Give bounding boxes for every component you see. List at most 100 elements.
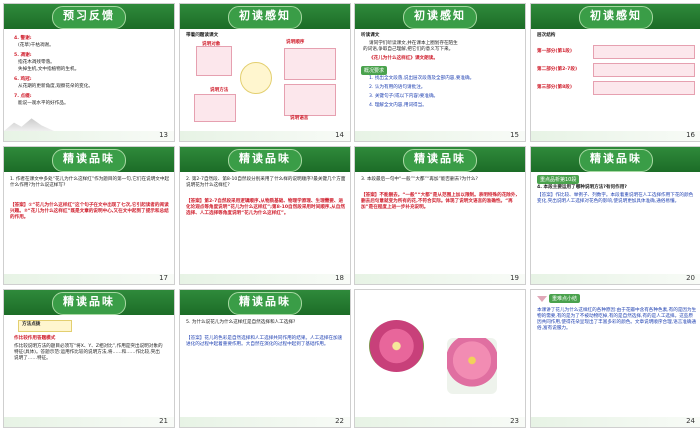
slide-title: 初读感知 — [239, 9, 291, 22]
slide-14[interactable]: 初读感知 带着问题读课文 说明对象 说明顺序 说明方法 说明语言 14 — [179, 3, 351, 142]
slide-number: 22 — [335, 417, 344, 425]
definition: 能说一观水平的好作品。 — [18, 101, 69, 106]
slide-footer — [355, 417, 525, 427]
diagram-box — [196, 46, 232, 76]
definition: 失掉生机,文中指植物的生机。 — [18, 67, 80, 72]
question: 2. 第2-7自然段、第8-10自然段分别采用了什么样的说明顺序?最关键几个方面… — [186, 177, 346, 188]
slide-footer — [4, 131, 174, 141]
requirement: 2. 认为有用的语句请批注。 — [369, 85, 426, 90]
slide-footer — [531, 417, 700, 427]
summary-text: 本课讲了花儿为什么这样红的各种原因:由于花瓣中含有各种色素,有的是因为生物的需要… — [537, 308, 697, 331]
answer: 【答案】第2-7自然段采用逻辑顺序,从物质基础、物理学原理、生理需要、进化论观点… — [186, 199, 345, 216]
question: 1. 作者在课文中多处“花儿为什么这样红”作为题目的第一句,它们在说明文中起什么… — [10, 177, 170, 188]
slide-title: 初读感知 — [590, 9, 642, 22]
slide-number: 13 — [159, 131, 168, 139]
term-2: 5. 凋谢: — [14, 53, 32, 58]
structure-box — [593, 81, 695, 95]
slide-title: 精读品味 — [239, 295, 291, 308]
slide-title: 精读品味 — [590, 152, 642, 165]
slide-title: 精读品味 — [63, 295, 115, 308]
slide-title: 精读品味 — [414, 152, 466, 165]
slide-17[interactable]: 精读品味 1. 作者在课文中多处“花儿为什么这样红”作为题目的第一句,它们在说明… — [3, 146, 175, 285]
slide-15[interactable]: 初读感知 听读课文 请同学们听读课文,并在课本上圈划存在陌生 的词语,争取自己理… — [354, 3, 526, 142]
slide-header: 精读品味 — [355, 147, 525, 172]
focus-badge: 重点品析第10段 — [537, 175, 580, 184]
definition: 从花期的更新角度,观察花朵的变化。 — [18, 84, 93, 89]
question: 3. 本段最后一句中“一般”“大都”“再加”能否删去?为什么? — [361, 177, 478, 182]
requirement: 4. 理解全文内容,用词得当。 — [369, 103, 427, 108]
structure-part: 第三部分(第8段) — [537, 85, 572, 90]
structure-box — [593, 63, 695, 77]
slide-number: 19 — [510, 274, 519, 282]
term-3: 6. 鸡冠: — [14, 77, 32, 82]
term-1: 4. 警谢: — [14, 36, 32, 41]
slide-20[interactable]: 精读品味 重点品析第10段 4. 本段主要运用了哪种说明方法?有何作用? 【答案… — [530, 146, 700, 285]
answer: 【答案】花儿的色彩是自然选择和人工选择共同作用的结果。人工选择在加速进化的过程中… — [186, 336, 343, 347]
slide-number: 21 — [159, 417, 168, 425]
section-heading: 层次结构 — [537, 33, 556, 38]
slide-footer — [180, 131, 350, 141]
tip-heading: 作比较作用答题模式 — [14, 336, 56, 341]
summary-badge: 重难点小结 — [549, 294, 581, 303]
slide-footer — [180, 274, 350, 284]
diagram-box — [284, 48, 336, 80]
slide-title: 初读感知 — [414, 9, 466, 22]
answer: 【答案】作比较、举例子、列数字。本段着重说明在人工选择作用下花的颜色变化,突出说… — [537, 193, 694, 204]
slide-header: 精读品味 — [180, 147, 350, 172]
slide-21[interactable]: 精读品味 方法点拨 作比较作用答题模式 作比较说明方法的题目必须写“将X、Y、Z… — [3, 289, 175, 428]
section-heading: 带着问题读课文 — [186, 33, 219, 38]
flower-photo — [369, 320, 424, 372]
structure-part: 第一部分(第1段) — [537, 49, 572, 54]
slide-number: 18 — [335, 274, 344, 282]
slide-number: 15 — [510, 131, 519, 139]
slide-number: 14 — [335, 131, 344, 139]
slide-title: 预习反馈 — [63, 9, 115, 22]
slide-24[interactable]: 重难点小结 本课讲了花儿为什么这样红的各种原因:由于花瓣中含有各种色素,有的是因… — [530, 289, 700, 428]
slide-header: 初读感知 — [531, 4, 700, 29]
diagram-box — [194, 94, 236, 122]
slide-header: 精读品味 — [4, 147, 174, 172]
reading-link[interactable]: 《花儿为什么这样红》课文朗读。 — [369, 56, 438, 62]
definition: 指花木凋残零落。 — [18, 60, 55, 65]
diagram-center — [240, 62, 272, 94]
slide-grid: 预习反馈 4. 警谢: (花草)干枯凋谢。 5. 凋谢: 指花木凋残零落。 失掉… — [0, 0, 700, 431]
diagram-box — [284, 84, 336, 116]
question: 4. 本段主要运用了哪种说明方法?有何作用? — [537, 185, 627, 190]
requirement: 1. 找出全文段落,说出层次段落及全部内容,要准确。 — [369, 76, 475, 81]
slide-number: 23 — [510, 417, 519, 425]
landscape-decor — [4, 118, 54, 131]
chevron-icon — [537, 296, 547, 302]
slide-23[interactable]: 23 — [354, 289, 526, 428]
slide-number: 17 — [159, 274, 168, 282]
slide-number: 24 — [686, 417, 695, 425]
slide-13[interactable]: 预习反馈 4. 警谢: (花草)干枯凋谢。 5. 凋谢: 指花木凋残零落。 失掉… — [3, 3, 175, 142]
term-4: 7. 点缀: — [14, 94, 32, 99]
tip-text: 作比较说明方法的题目必须写“将X、Y、Z相对比”,作用是突出说明对象的特征(具体… — [14, 344, 163, 361]
slide-header: 初读感知 — [355, 4, 525, 29]
slide-header: 精读品味 — [531, 147, 700, 172]
slide-footer — [4, 417, 174, 427]
section-heading: 听读课文 — [361, 33, 380, 38]
slide-footer — [180, 417, 350, 427]
slide-header: 精读品味 — [180, 290, 350, 315]
slide-22[interactable]: 精读品味 5. 为什么说花儿为什么这样红是自然选择和人工选择? 【答案】花儿的色… — [179, 289, 351, 428]
slide-number: 16 — [686, 131, 695, 139]
slide-header: 精读品味 — [4, 290, 174, 315]
slide-16[interactable]: 初读感知 层次结构 第一部分(第1段) 第二部分(第2-7段) 第三部分(第8段… — [530, 3, 700, 142]
answer: 【答案】不能删去。“一般”“大都”是从范围上加以限制。表明特殊的花除外,删去后句… — [361, 193, 518, 210]
slide-19[interactable]: 精读品味 3. 本段最后一句中“一般”“大都”“再加”能否删去?为什么? 【答案… — [354, 146, 526, 285]
slide-footer — [355, 131, 525, 141]
instruction: 的词语,争取自己理解,把它们的意义写下来。 — [363, 47, 454, 52]
tip-label: 方法点拨 — [22, 322, 41, 327]
slide-18[interactable]: 精读品味 2. 第2-7自然段、第8-10自然段分别采用了什么样的说明顺序?最关… — [179, 146, 351, 285]
slide-footer — [531, 131, 700, 141]
slide-header: 初读感知 — [180, 4, 350, 29]
flower-photo — [447, 338, 497, 394]
slide-footer — [4, 274, 174, 284]
diagram-label: 说明对象 — [202, 42, 221, 47]
slide-title: 精读品味 — [239, 152, 291, 165]
structure-part: 第二部分(第2-7段) — [537, 67, 578, 72]
slide-footer — [531, 274, 700, 284]
requirement: 3. 关键句子(或以下内容)要准确。 — [369, 94, 439, 99]
structure-box — [593, 45, 695, 59]
